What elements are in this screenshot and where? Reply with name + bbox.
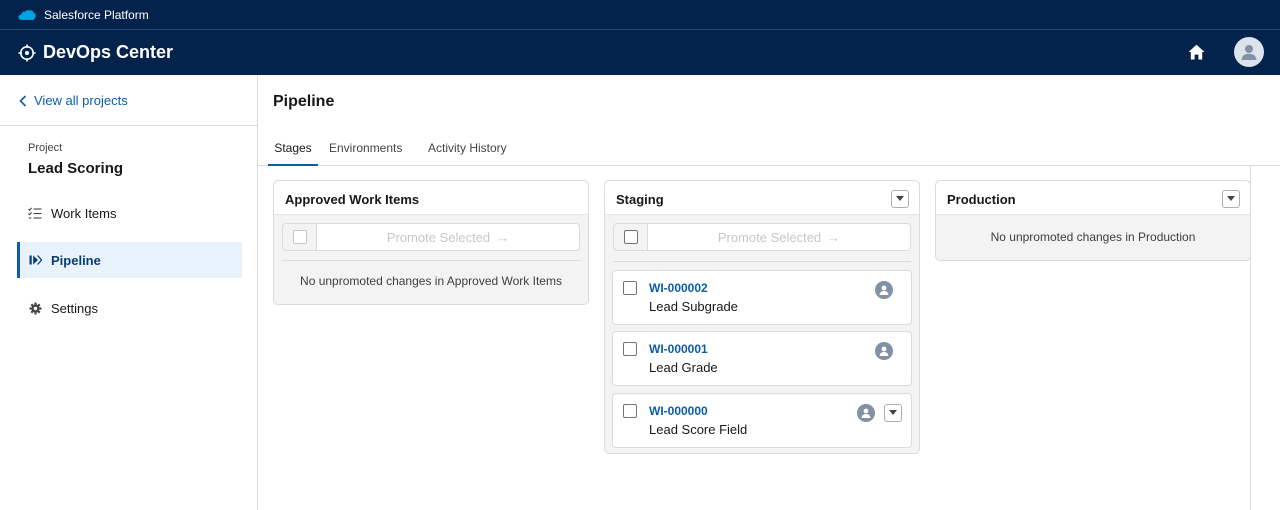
sidebar: View all projects Project Lead Scoring W…	[0, 75, 258, 510]
view-all-projects-label: View all projects	[34, 93, 128, 108]
stage-header: Staging	[605, 181, 919, 215]
user-icon	[1241, 45, 1257, 60]
work-item-name: Lead Subgrade	[649, 299, 738, 314]
stage-header: Approved Work Items	[274, 181, 588, 215]
app-header: DevOps Center	[0, 30, 1280, 75]
stage-staging: Staging Promote Selected → WI-000002 Lea…	[604, 180, 920, 454]
tab-environments[interactable]: Environments	[329, 133, 402, 166]
work-item-card[interactable]: WI-000001 Lead Grade	[612, 331, 912, 386]
chevron-left-icon	[19, 94, 27, 107]
page-title: Pipeline	[273, 93, 335, 110]
empty-message: No unpromoted changes in Approved Work I…	[300, 274, 562, 288]
stage-title: Production	[947, 192, 1016, 207]
stage-divider	[282, 260, 580, 261]
stage-header: Production	[936, 181, 1250, 215]
view-all-projects-link[interactable]: View all projects	[18, 93, 128, 108]
work-item-name: Lead Score Field	[649, 422, 748, 437]
checkbox-box	[623, 230, 638, 244]
user-avatar[interactable]	[1234, 37, 1264, 67]
app-title: DevOps Center	[43, 42, 174, 62]
project-name: Lead Scoring	[28, 160, 124, 177]
checkbox-box	[292, 230, 307, 244]
promote-bar: Promote Selected →	[282, 223, 580, 251]
assignee-avatar-icon[interactable]	[875, 281, 893, 299]
tab-activity-history[interactable]: Activity History	[428, 133, 507, 166]
sidebar-item-work-items[interactable]: Work Items	[17, 195, 242, 231]
promote-selected-button[interactable]: Promote Selected →	[317, 223, 580, 251]
tab-bar: Stages Environments Activity History	[258, 133, 1280, 166]
arrow-right-icon: →	[827, 229, 841, 245]
system-title: Salesforce Platform	[44, 7, 149, 22]
work-item-card[interactable]: WI-000000 Lead Score Field	[612, 393, 912, 448]
gear-icon	[28, 301, 42, 315]
stage-title: Staging	[616, 192, 664, 207]
promote-selected-label: Promote Selected	[717, 229, 822, 245]
assignee-avatar-icon[interactable]	[857, 404, 875, 422]
work-item-name: Lead Grade	[649, 360, 718, 375]
arrow-right-icon: →	[496, 229, 510, 245]
main-content: Pipeline Stages Environments Activity Hi…	[258, 75, 1280, 510]
chevron-down-icon	[1227, 196, 1235, 201]
stage-menu-button[interactable]	[1222, 190, 1240, 208]
select-all-checkbox[interactable]	[282, 223, 317, 251]
stage-production: Production No unpromoted changes in Prod…	[935, 180, 1251, 261]
work-item-menu-button[interactable]	[884, 404, 902, 422]
work-item-checkbox[interactable]	[623, 281, 637, 295]
work-item-id-link[interactable]: WI-000000	[649, 404, 708, 418]
empty-message: No unpromoted changes in Production	[990, 230, 1196, 244]
stage-divider	[613, 261, 911, 262]
project-label: Project	[28, 142, 63, 154]
select-all-checkbox[interactable]	[613, 223, 648, 251]
assignee-avatar-icon[interactable]	[875, 342, 893, 360]
work-item-checkbox[interactable]	[623, 404, 637, 418]
stage-title: Approved Work Items	[285, 192, 420, 207]
work-item-card[interactable]: WI-000002 Lead Subgrade	[612, 270, 912, 325]
promote-selected-button[interactable]: Promote Selected →	[648, 223, 911, 251]
tab-stages[interactable]: Stages	[268, 133, 318, 166]
promote-bar: Promote Selected →	[613, 223, 911, 251]
stage-menu-button[interactable]	[891, 190, 909, 208]
sidebar-item-label: Settings	[51, 300, 98, 316]
sidebar-item-label: Pipeline	[51, 252, 101, 268]
salesforce-cloud-icon	[18, 9, 36, 20]
sidebar-divider	[0, 125, 257, 126]
home-icon[interactable]	[1188, 44, 1205, 60]
stage-approved-work-items: Approved Work Items Promote Selected → N…	[273, 180, 589, 305]
work-item-id-link[interactable]: WI-000001	[649, 342, 708, 356]
sidebar-item-settings[interactable]: Settings	[17, 290, 242, 326]
work-item-id-link[interactable]: WI-000002	[649, 281, 708, 295]
sidebar-item-pipeline[interactable]: Pipeline	[17, 242, 242, 278]
sidebar-item-label: Work Items	[51, 205, 117, 221]
pipeline-icon	[28, 253, 42, 267]
checklist-icon	[28, 206, 42, 220]
chevron-down-icon	[896, 196, 904, 201]
chevron-down-icon	[889, 410, 897, 415]
system-bar: Salesforce Platform	[0, 0, 1280, 30]
devops-target-icon	[18, 44, 36, 61]
work-item-checkbox[interactable]	[623, 342, 637, 356]
promote-selected-label: Promote Selected	[386, 229, 491, 245]
